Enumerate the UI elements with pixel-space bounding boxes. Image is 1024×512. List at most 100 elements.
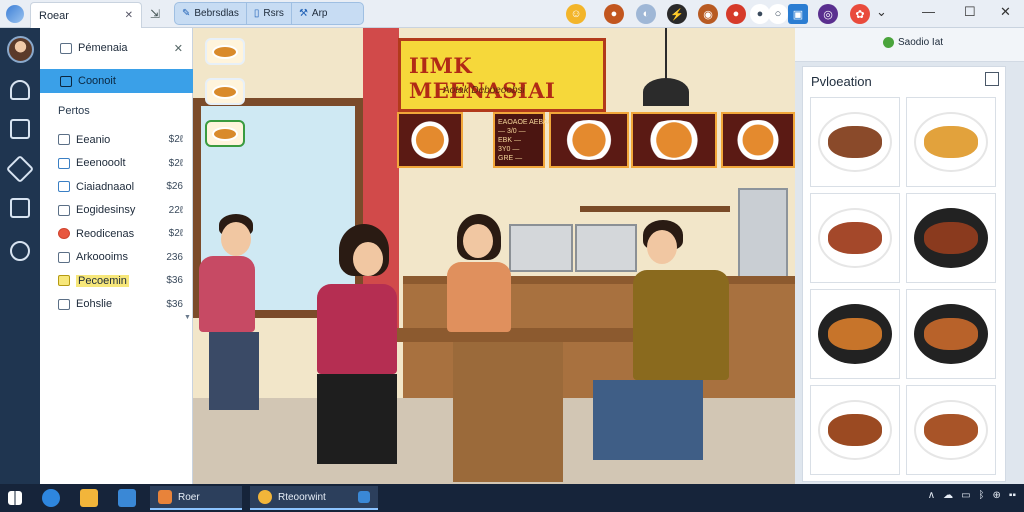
extension-puzzle-icon[interactable]: ◎: [818, 4, 838, 24]
sidebar-section-title: Pertos: [58, 105, 90, 117]
sidebar-item[interactable]: Ciaiadnaaol $26: [40, 175, 193, 199]
dish-card[interactable]: [810, 193, 900, 283]
settings-icon[interactable]: [10, 241, 30, 261]
minimize-button[interactable]: —: [922, 4, 935, 19]
pill-edit[interactable]: ✎ Bebrsdlas: [175, 3, 247, 24]
link-icon: [58, 134, 70, 146]
sidebar-close-icon[interactable]: ✕: [174, 42, 183, 55]
browser-icon: [42, 489, 60, 507]
document-icon[interactable]: [10, 119, 30, 139]
head: [353, 242, 383, 276]
extension-meal-icon[interactable]: ◉: [698, 4, 718, 24]
expand-icon[interactable]: [985, 72, 999, 86]
dish-icon: [818, 112, 892, 172]
network-icon[interactable]: ⊕: [993, 490, 1001, 501]
legs: [593, 380, 703, 460]
right-panel-toolbar: Saodio Iat: [795, 28, 1024, 62]
tab-close-icon[interactable]: ✕: [125, 10, 133, 21]
scroll-down-icon[interactable]: ▼: [184, 314, 191, 321]
food-thumbnail[interactable]: [205, 78, 245, 105]
right-panel: Pvloeation: [802, 66, 1006, 482]
dish-card[interactable]: [810, 97, 900, 187]
avatar[interactable]: [7, 36, 34, 63]
extension-circle-icon[interactable]: ○: [768, 4, 788, 24]
sidebar-header-label: Pémenaia: [78, 42, 128, 54]
taskbar-task[interactable]: Roer: [150, 486, 242, 510]
pink-wall: [363, 28, 399, 328]
collapse-icon[interactable]: ⇲: [150, 7, 160, 21]
right-panel-button[interactable]: Saodio Iat: [883, 37, 943, 48]
maximize-button[interactable]: ☐: [964, 4, 976, 20]
sidebar-item-label: Reodicenas: [76, 227, 135, 240]
lamp-cord: [665, 28, 667, 80]
file-icon[interactable]: [10, 198, 30, 218]
clock-icon[interactable]: ▪▪: [1009, 490, 1016, 501]
sidebar-item[interactable]: Eeanio $2ℓ: [40, 128, 193, 152]
battery-icon[interactable]: ▭: [961, 490, 970, 501]
toolbar-pill-group: ✎ Bebrsdlas ▯ Rsrs ⚒ Arp: [174, 2, 364, 25]
extension-record-icon[interactable]: ●: [726, 4, 746, 24]
tray-chevron-icon[interactable]: ∧: [928, 490, 935, 501]
sidebar-item-highlighted[interactable]: Pecoemin $36: [40, 269, 193, 293]
file-explorer-button[interactable]: [80, 487, 98, 509]
microwave: [509, 224, 573, 272]
chevron-down-icon[interactable]: ⌄: [876, 4, 887, 20]
torso: [317, 284, 397, 374]
close-button[interactable]: ✕: [1000, 4, 1011, 20]
tab-active[interactable]: Roear ✕: [30, 2, 142, 28]
store-button[interactable]: [118, 487, 136, 509]
page-icon: ▯: [253, 8, 260, 19]
torso: [199, 256, 255, 332]
tab-title: Roear: [39, 9, 69, 22]
sidebar-item-selected[interactable]: Coonoit: [40, 69, 193, 93]
sidebar-item[interactable]: Arkoooims 236: [40, 246, 193, 270]
dish-card[interactable]: [906, 385, 996, 475]
pendant-lamp: [643, 78, 689, 106]
title-bar: Roear ✕ ⇲ ✎ Bebrsdlas ▯ Rsrs ⚒ Arp ☺ ● ◐…: [0, 0, 1024, 28]
extension-color-icon[interactable]: ✿: [850, 4, 870, 24]
rocket-icon[interactable]: [5, 154, 35, 184]
menu-board-dish: [631, 112, 717, 168]
taskbar-task[interactable]: Rteoorwint: [250, 486, 378, 510]
sidebar-header: Pémenaia ✕: [40, 36, 193, 60]
sidebar-item[interactable]: Eeenooolt $2ℓ: [40, 152, 193, 176]
grid-icon: [58, 204, 70, 216]
dish-icon: [818, 304, 892, 364]
app-icon: [158, 490, 172, 504]
start-button[interactable]: [8, 487, 22, 509]
browser-logo-icon[interactable]: [6, 5, 24, 23]
sidebar-item-label: Eeanio: [76, 133, 111, 146]
pill-label: Arp: [311, 8, 328, 19]
cloud-icon[interactable]: ☁: [943, 490, 953, 501]
extension-food-icon[interactable]: ●: [604, 4, 624, 24]
sidebar-item[interactable]: Reodicenas $2ℓ: [40, 222, 193, 246]
sidebar-item-label: Pecoemin: [76, 274, 129, 287]
sidebar-item-label: Ciaiadnaaol: [76, 180, 135, 193]
extension-emoji-icon[interactable]: ☺: [566, 4, 586, 24]
sidebar-item[interactable]: Eogidesinsy 22ℓ: [40, 199, 193, 223]
bluetooth-icon[interactable]: ᛒ: [979, 490, 985, 501]
dish-card[interactable]: [810, 289, 900, 379]
extension-shield-icon[interactable]: ▣: [788, 4, 808, 24]
extension-vpn-icon[interactable]: ⚡: [667, 4, 687, 24]
extension-profile-icon[interactable]: ◐: [636, 4, 656, 24]
sidebar-item-price: 236: [166, 251, 183, 263]
windows-icon: [8, 491, 22, 505]
dish-card[interactable]: [906, 97, 996, 187]
pill-page[interactable]: ▯ Rsrs: [247, 3, 292, 24]
dish-icon: [212, 44, 238, 59]
dish-card[interactable]: [906, 289, 996, 379]
edge-button[interactable]: [42, 487, 60, 509]
sidebar-item-price: $36: [166, 298, 183, 310]
pill-tools[interactable]: ⚒ Arp: [292, 3, 335, 24]
food-thumbnail[interactable]: [205, 38, 245, 65]
dish-card[interactable]: [906, 193, 996, 283]
sidebar-item[interactable]: Eohslie $36: [40, 293, 193, 317]
home-icon[interactable]: [10, 80, 30, 100]
taskbar-task-label: Roer: [178, 491, 200, 503]
bookmark-icon: [60, 42, 72, 54]
dish-card[interactable]: [810, 385, 900, 475]
food-thumbnail[interactable]: [205, 120, 245, 147]
taskbar-task-label: Rteoorwint: [278, 491, 326, 503]
extension-dot-icon[interactable]: ●: [750, 4, 770, 24]
